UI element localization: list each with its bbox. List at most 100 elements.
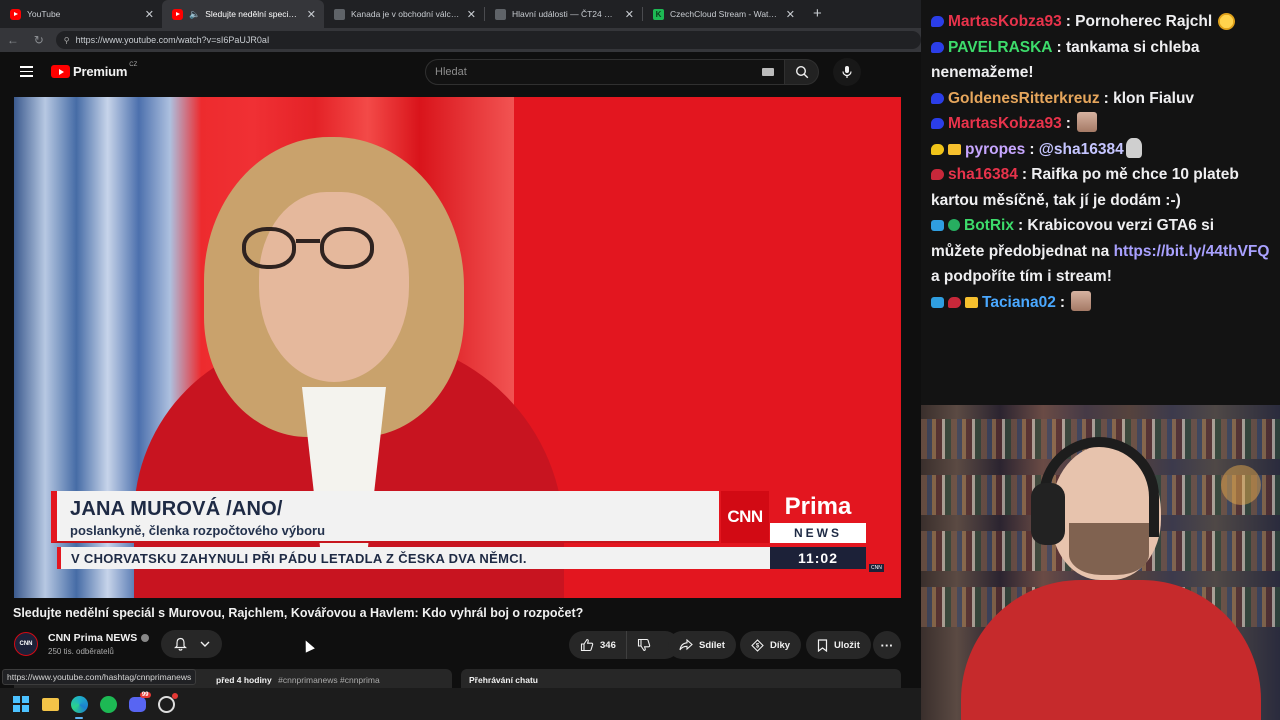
- close-icon[interactable]: ✕: [461, 8, 476, 21]
- speaker-icon[interactable]: 🔈: [189, 9, 200, 20]
- laughing-emoji-icon: [1218, 13, 1236, 30]
- upload-time: před 4 hodiny: [216, 675, 272, 685]
- super-thanks-icon: $: [751, 638, 764, 652]
- close-icon[interactable]: ✕: [139, 8, 154, 21]
- verified-icon: [141, 634, 150, 642]
- save-button[interactable]: Uložit: [806, 631, 871, 659]
- edge-icon: [70, 695, 88, 713]
- chat-link[interactable]: https://bit.ly/44thVFQ: [1114, 243, 1270, 260]
- streamer-webcam: [921, 405, 1280, 720]
- corner-logo: CNN: [869, 564, 884, 572]
- like-button[interactable]: 346: [569, 631, 627, 659]
- news-ticker: V CHORVATSKU ZAHYNULI PŘI PÁDU LETADLA Z…: [57, 547, 771, 569]
- like-dislike-group: 346: [569, 631, 679, 659]
- chat-text-continued: a podpoříte tím i stream!: [931, 268, 1112, 285]
- prima-logo: Prima: [770, 491, 866, 523]
- chat-replay-label: Přehrávání chatu: [469, 675, 538, 685]
- share-icon: [679, 639, 693, 651]
- search-button[interactable]: [785, 59, 819, 85]
- site-info-icon[interactable]: ⚲: [64, 36, 70, 45]
- tab-youtube[interactable]: YouTube ✕: [0, 0, 162, 28]
- tab-article-kanada[interactable]: Kanada je v obchodní válce, nebo ✕: [324, 0, 484, 28]
- tab-video[interactable]: 🔈 Sledujte nedělní speciál s Mur ✕: [162, 0, 324, 28]
- bell-icon: [173, 637, 187, 651]
- thumbs-up-icon: [580, 638, 594, 652]
- youtube-play-icon: [51, 65, 70, 78]
- chat-text: : klon Fialuv: [1103, 89, 1195, 107]
- discord-icon: 99: [128, 691, 151, 712]
- folder-icon: [41, 697, 59, 711]
- address-bar: ← ↻ ⚲ https://www.youtube.com/watch?v=sI…: [0, 28, 921, 52]
- youtube-logo[interactable]: Premium CZ: [51, 61, 138, 79]
- search-input[interactable]: Hledat: [425, 59, 785, 85]
- tab-label: Hlavní události — ČT24 — Česká: [512, 9, 619, 19]
- subscription-bell-button[interactable]: [161, 630, 222, 658]
- share-label: Sdílet: [699, 639, 725, 651]
- ticker-text: V CHORVATSKU ZAHYNULI PŘI PÁDU LETADLA Z…: [71, 551, 527, 566]
- headphone-earcup: [1031, 483, 1065, 545]
- start-button[interactable]: [10, 693, 32, 715]
- chat-replay-panel[interactable]: Přehrávání chatu: [461, 669, 901, 688]
- guest-name-plate: JANA MUROVÁ /ANO/ poslankyně, členka roz…: [51, 491, 719, 543]
- more-actions-button[interactable]: ···: [873, 631, 901, 659]
- region-code: CZ: [129, 61, 138, 68]
- lamp-glow: [1221, 465, 1261, 505]
- chat-username: BotRix: [964, 217, 1014, 234]
- document-icon: [334, 8, 345, 20]
- guest-name: JANA MUROVÁ /ANO/: [70, 498, 283, 520]
- tab-czechcloud[interactable]: K CzechCloud Stream - Watch Live c ✕: [643, 0, 803, 28]
- keyboard-icon[interactable]: [762, 68, 774, 76]
- close-icon[interactable]: ✕: [780, 8, 795, 21]
- discord-button[interactable]: 99: [126, 691, 151, 715]
- badge-icon: [931, 16, 944, 27]
- subscriber-count: 250 tis. odběratelů: [48, 647, 114, 656]
- chat-message: MartasKobza93: Pornoherec Rajchl: [931, 9, 1270, 35]
- youtube-icon: [172, 8, 183, 20]
- close-icon[interactable]: ✕: [301, 8, 316, 21]
- search-icon: [795, 65, 808, 79]
- dislike-button[interactable]: [627, 631, 661, 659]
- chat-message: MartasKobza93:: [931, 111, 1270, 137]
- link-preview-tooltip: https://www.youtube.com/hashtag/cnnprima…: [2, 669, 197, 685]
- close-icon[interactable]: ✕: [619, 8, 634, 21]
- video-player[interactable]: JANA MUROVÁ /ANO/ poslankyně, členka roz…: [14, 97, 901, 598]
- file-explorer-button[interactable]: [39, 693, 61, 715]
- thanks-button[interactable]: $ Díky: [740, 631, 802, 659]
- url-input[interactable]: ⚲ https://www.youtube.com/watch?v=sI6PaU…: [55, 31, 921, 49]
- url-text: https://www.youtube.com/watch?v=sI6PaUJR…: [75, 35, 270, 45]
- badge-icon: [931, 118, 944, 129]
- cnn-logo: CNN: [721, 491, 769, 543]
- channel-name[interactable]: CNN Prima NEWS: [48, 632, 150, 644]
- speaker-face: [259, 192, 409, 382]
- spotify-button[interactable]: [97, 693, 119, 715]
- tab-bar: YouTube ✕ 🔈 Sledujte nedělní speciál s M…: [0, 0, 921, 28]
- tab-ct24[interactable]: Hlavní události — ČT24 — Česká ✕: [485, 0, 642, 28]
- chat-message: PAVELRASKA: tankama si chleba nenemažeme…: [931, 35, 1270, 86]
- reload-button[interactable]: ↻: [26, 33, 52, 47]
- share-button[interactable]: Sdílet: [668, 631, 736, 659]
- tab-label: Kanada je v obchodní válce, nebo: [351, 9, 461, 19]
- video-title: Sledujte nedělní speciál s Murovou, Rajc…: [13, 606, 584, 620]
- badge-icon: [931, 296, 944, 308]
- tab-label: Sledujte nedělní speciál s Mur: [205, 9, 301, 19]
- chat-message: GoldenesRitterkreuz: klon Fialuv: [931, 86, 1270, 112]
- chat-text: :: [1059, 293, 1070, 311]
- obs-button[interactable]: [155, 692, 178, 715]
- chat-username: pyropes: [965, 140, 1026, 158]
- back-button[interactable]: ←: [0, 33, 26, 47]
- obs-icon: [157, 692, 178, 713]
- bot-icon: [931, 220, 944, 231]
- hashtags[interactable]: #cnnprimanews #cnnprima: [278, 675, 380, 685]
- chat-username: GoldenesRitterkreuz: [948, 89, 1100, 107]
- chat-username: MartasKobza93: [948, 115, 1062, 132]
- edge-button[interactable]: [68, 693, 90, 719]
- channel-row: CNN CNN Prima NEWS 250 tis. odběratelů 3…: [14, 630, 904, 660]
- chat-message: pyropes: @sha16384: [931, 137, 1270, 163]
- bookmark-icon: [817, 638, 828, 652]
- windows-icon: [13, 696, 29, 712]
- new-tab-button[interactable]: +: [803, 0, 832, 28]
- voice-search-button[interactable]: [833, 58, 861, 86]
- menu-icon[interactable]: [20, 66, 33, 77]
- thanks-label: Díky: [770, 639, 791, 651]
- channel-avatar[interactable]: CNN: [14, 632, 38, 656]
